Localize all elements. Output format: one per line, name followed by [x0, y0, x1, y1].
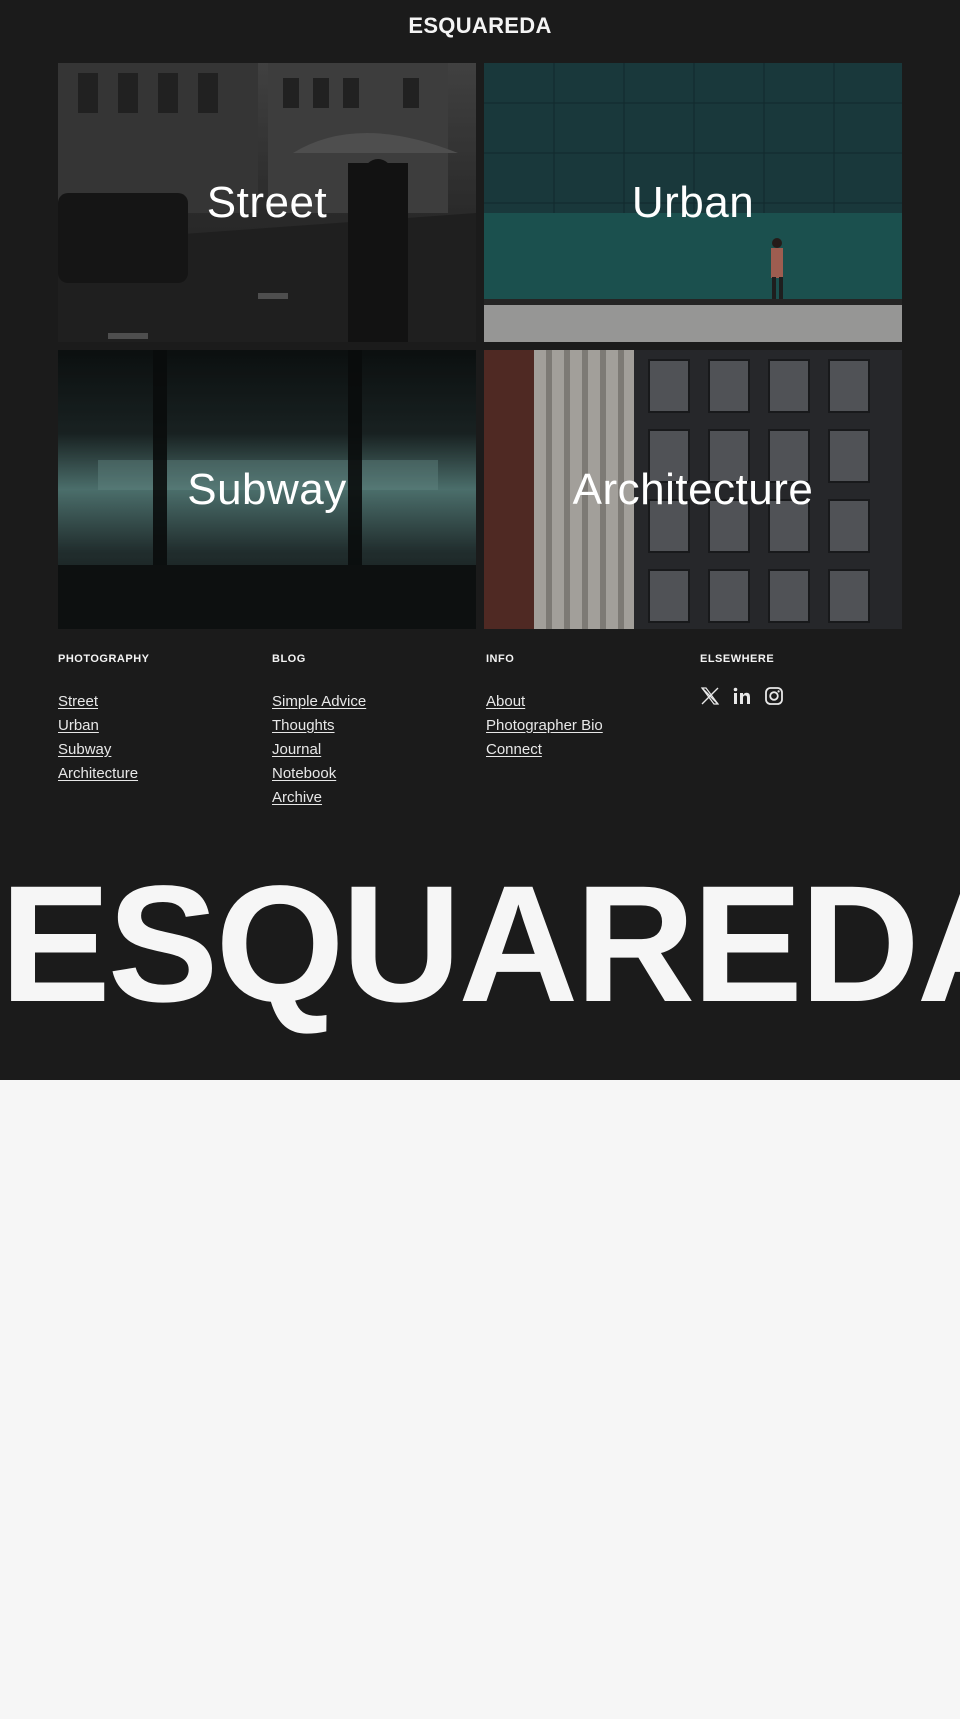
footer-column-photography: PHOTOGRAPHY Street Urban Subway Architec… — [58, 652, 258, 786]
social-links — [700, 686, 900, 706]
footer-column-elsewhere: ELSEWHERE — [700, 652, 900, 706]
footer-link-notebook[interactable]: Notebook — [272, 762, 336, 786]
tile-architecture[interactable]: Architecture — [484, 350, 902, 629]
footer-heading-photography: PHOTOGRAPHY — [58, 653, 150, 665]
linkedin-icon[interactable] — [732, 686, 752, 706]
footer-link-connect[interactable]: Connect — [486, 738, 542, 762]
tile-urban[interactable]: Urban — [484, 63, 902, 342]
tile-label-street: Street — [206, 177, 328, 227]
tile-label-subway: Subway — [187, 464, 347, 514]
footer-column-info: INFO About Photographer Bio Connect — [486, 652, 686, 762]
footer-link-archive[interactable]: Archive — [272, 786, 322, 810]
tile-label-urban: Urban — [631, 177, 755, 227]
footer-big-logo: ESQUAREDA — [0, 852, 960, 1037]
footer-heading-info: INFO — [486, 653, 515, 665]
instagram-icon[interactable] — [764, 686, 784, 706]
footer-link-architecture[interactable]: Architecture — [58, 762, 138, 786]
footer-link-urban[interactable]: Urban — [58, 714, 99, 738]
footer-link-about[interactable]: About — [486, 690, 525, 714]
x-twitter-icon[interactable] — [700, 686, 720, 706]
footer-link-simple-advice[interactable]: Simple Advice — [272, 690, 366, 714]
tile-label-architecture: Architecture — [572, 464, 814, 514]
tile-street[interactable]: Street — [58, 63, 476, 342]
footer-column-blog: BLOG Simple Advice Thoughts Journal Note… — [272, 652, 472, 810]
footer-link-photographer-bio[interactable]: Photographer Bio — [486, 714, 603, 738]
site-title[interactable]: ESQUAREDA — [0, 12, 960, 40]
tile-subway[interactable]: Subway — [58, 350, 476, 629]
footer-link-subway[interactable]: Subway — [58, 738, 111, 762]
dark-section: ESQUAREDA Street Urban Subway Architectu… — [0, 0, 960, 1080]
footer-link-street[interactable]: Street — [58, 690, 98, 714]
footer-link-journal[interactable]: Journal — [272, 738, 321, 762]
footer-heading-blog: BLOG — [272, 653, 306, 665]
footer-heading-elsewhere: ELSEWHERE — [700, 653, 775, 665]
footer-link-thoughts[interactable]: Thoughts — [272, 714, 335, 738]
